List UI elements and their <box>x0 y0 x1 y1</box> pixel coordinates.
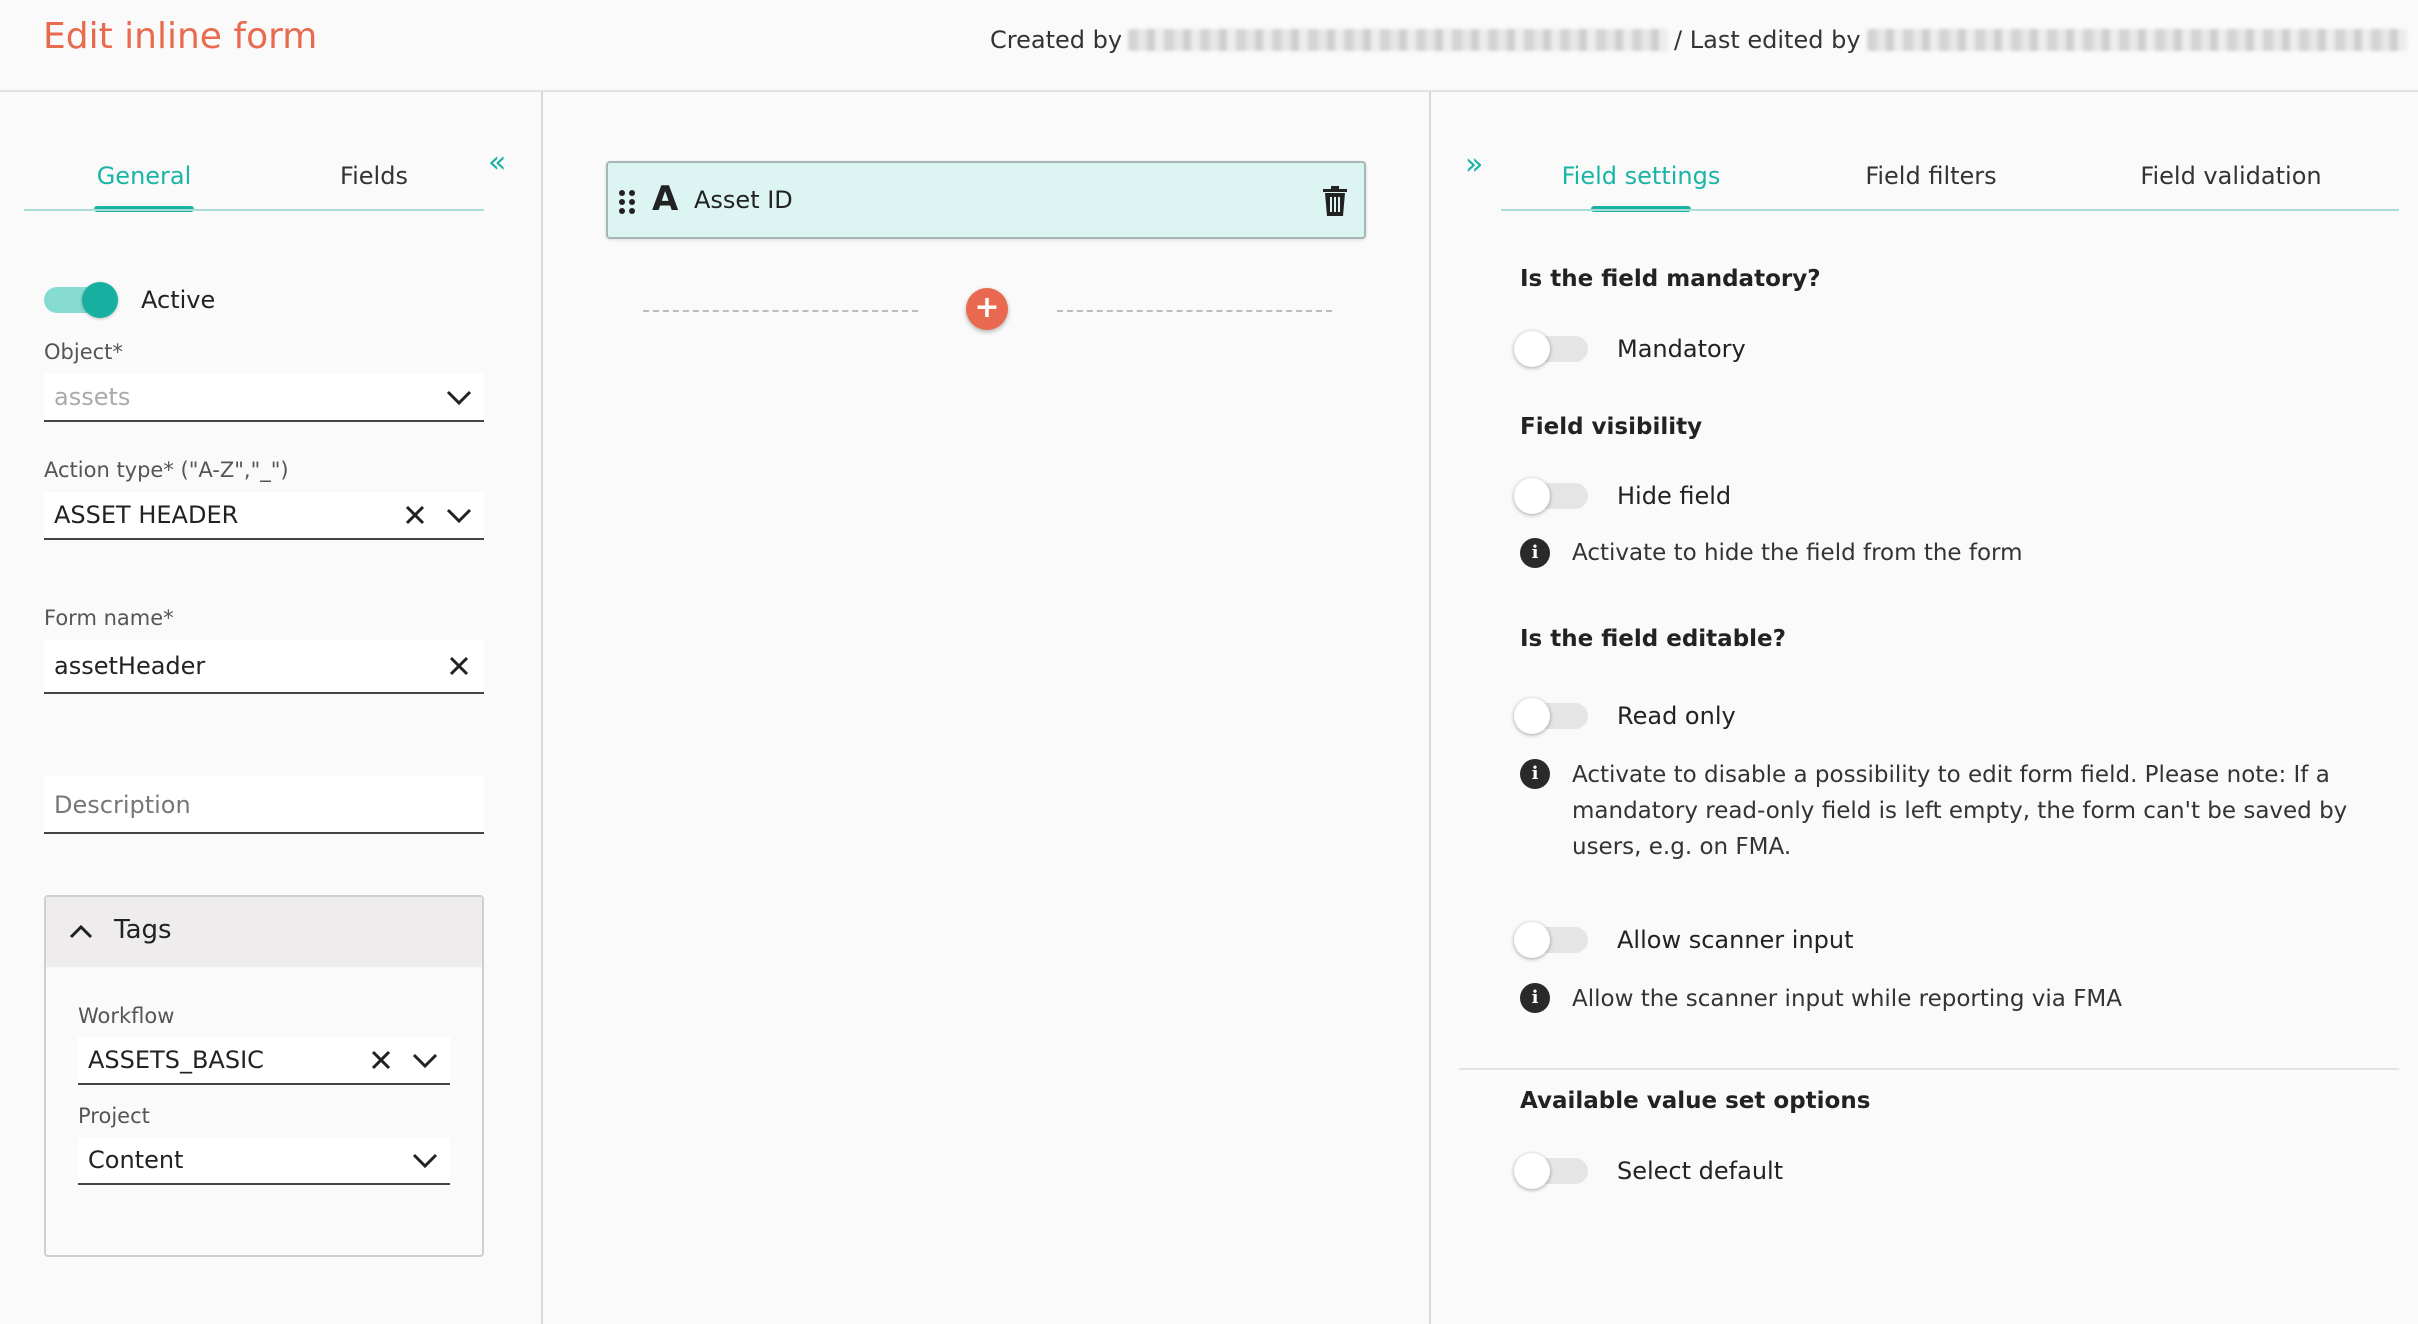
expand-right-icon[interactable]: » <box>1465 150 1483 180</box>
page-header: Edit inline form Created by / Last edite… <box>0 0 2418 92</box>
editable-section-title: Is the field editable? <box>1520 626 1786 652</box>
text-type-icon: A <box>652 179 679 219</box>
section-divider <box>1459 1068 2399 1070</box>
toggle-knob <box>1514 1153 1550 1189</box>
read-only-info: Activate to disable a possibility to edi… <box>1572 762 2348 860</box>
tab-field-settings-label: Field settings <box>1561 162 1721 190</box>
select-default-toggle[interactable] <box>1514 1153 1590 1189</box>
description-placeholder: Description <box>54 791 191 819</box>
workflow-label: Workflow <box>78 1004 175 1028</box>
toggle-knob <box>82 282 118 318</box>
form-field-card[interactable]: A Asset ID <box>606 161 1366 239</box>
page-title: Edit inline form <box>43 16 318 57</box>
created-by-redacted <box>1128 29 1669 51</box>
scanner-input-toggle[interactable] <box>1514 922 1590 958</box>
created-by-label: Created by <box>990 26 1123 54</box>
form-name-value: assetHeader <box>54 652 206 680</box>
toggle-knob <box>1514 478 1550 514</box>
chevron-down-icon[interactable] <box>410 1045 440 1075</box>
toggle-knob <box>1514 922 1550 958</box>
chevron-up-icon[interactable] <box>66 917 96 947</box>
tab-general-label: General <box>96 162 192 190</box>
clear-icon[interactable] <box>366 1045 396 1075</box>
workflow-select[interactable]: ASSETS_BASIC <box>78 1037 450 1085</box>
scanner-input-info: Allow the scanner input while reporting … <box>1572 986 2123 1012</box>
action-type-value: ASSET HEADER <box>54 501 239 529</box>
tab-field-settings[interactable]: Field settings <box>1501 146 1781 212</box>
scanner-input-label: Allow scanner input <box>1617 926 1854 954</box>
tab-underline <box>1501 209 2399 211</box>
chevron-down-icon[interactable] <box>444 382 474 412</box>
last-edited-label: / Last edited by <box>1674 26 1861 54</box>
drag-handle-icon[interactable] <box>616 189 638 215</box>
tags-title: Tags <box>114 915 172 945</box>
left-tabs: General Fields <box>24 146 484 212</box>
toggle-knob <box>1514 698 1550 734</box>
edit-info: Created by / Last edited by <box>990 20 2413 60</box>
project-value: Content <box>88 1146 184 1174</box>
right-tabs: Field settings Field filters Field valid… <box>1501 146 2381 212</box>
project-label: Project <box>78 1104 150 1128</box>
toggle-knob <box>1514 331 1550 367</box>
mandatory-label: Mandatory <box>1617 335 1746 363</box>
chevron-down-icon[interactable] <box>444 500 474 530</box>
form-name-input[interactable]: assetHeader <box>44 640 484 694</box>
object-label: Object* <box>44 340 123 364</box>
action-type-select[interactable]: ASSET HEADER <box>44 492 484 540</box>
select-default-label: Select default <box>1617 1157 1784 1185</box>
last-edited-redacted <box>1866 29 2407 51</box>
description-input[interactable]: Description <box>44 776 484 834</box>
visibility-section-title: Field visibility <box>1520 414 1703 440</box>
left-panel: General Fields « Active Object* assets A… <box>0 92 543 1324</box>
tags-header[interactable]: Tags <box>46 897 482 967</box>
hide-field-info: Activate to hide the field from the form <box>1572 540 2023 566</box>
tab-general[interactable]: General <box>24 146 264 212</box>
value-set-section-title: Available value set options <box>1520 1088 1871 1114</box>
hide-field-label: Hide field <box>1617 482 1732 510</box>
tab-field-validation-label: Field validation <box>2140 162 2322 190</box>
chevron-down-icon[interactable] <box>410 1145 440 1175</box>
info-icon: i <box>1520 538 1550 568</box>
tab-field-filters-label: Field filters <box>1865 162 1997 190</box>
read-only-toggle[interactable] <box>1514 698 1590 734</box>
form-canvas: A Asset ID + <box>543 92 1431 1324</box>
tab-fields-label: Fields <box>340 162 408 190</box>
workflow-value: ASSETS_BASIC <box>88 1046 264 1074</box>
mandatory-toggle[interactable] <box>1514 331 1590 367</box>
tab-field-validation[interactable]: Field validation <box>2081 146 2381 206</box>
object-placeholder: assets <box>54 383 131 411</box>
action-type-label: Action type* ("A-Z","_") <box>44 458 289 482</box>
field-card-name: Asset ID <box>694 186 793 214</box>
clear-icon[interactable] <box>444 651 474 681</box>
mandatory-section-title: Is the field mandatory? <box>1520 266 1821 292</box>
tab-underline <box>24 209 484 211</box>
info-icon: i <box>1520 759 1550 789</box>
form-name-label: Form name* <box>44 606 174 630</box>
object-select[interactable]: assets <box>44 374 484 422</box>
clear-icon[interactable] <box>400 500 430 530</box>
divider-dashed-left <box>643 310 918 312</box>
active-toggle[interactable] <box>42 282 118 318</box>
tab-field-filters[interactable]: Field filters <box>1781 146 2081 206</box>
add-field-button[interactable]: + <box>966 288 1008 330</box>
right-panel: » Field settings Field filters Field val… <box>1431 92 2418 1324</box>
read-only-label: Read only <box>1617 702 1736 730</box>
project-select[interactable]: Content <box>78 1137 450 1185</box>
collapse-left-icon[interactable]: « <box>488 148 506 178</box>
active-label: Active <box>141 286 216 314</box>
info-icon: i <box>1520 983 1550 1013</box>
divider-dashed-right <box>1057 310 1332 312</box>
tab-fields[interactable]: Fields <box>264 146 484 206</box>
trash-icon[interactable] <box>1320 185 1350 217</box>
tags-section: Tags Workflow ASSETS_BASIC Project Conte… <box>44 895 484 1257</box>
hide-field-toggle[interactable] <box>1514 478 1590 514</box>
